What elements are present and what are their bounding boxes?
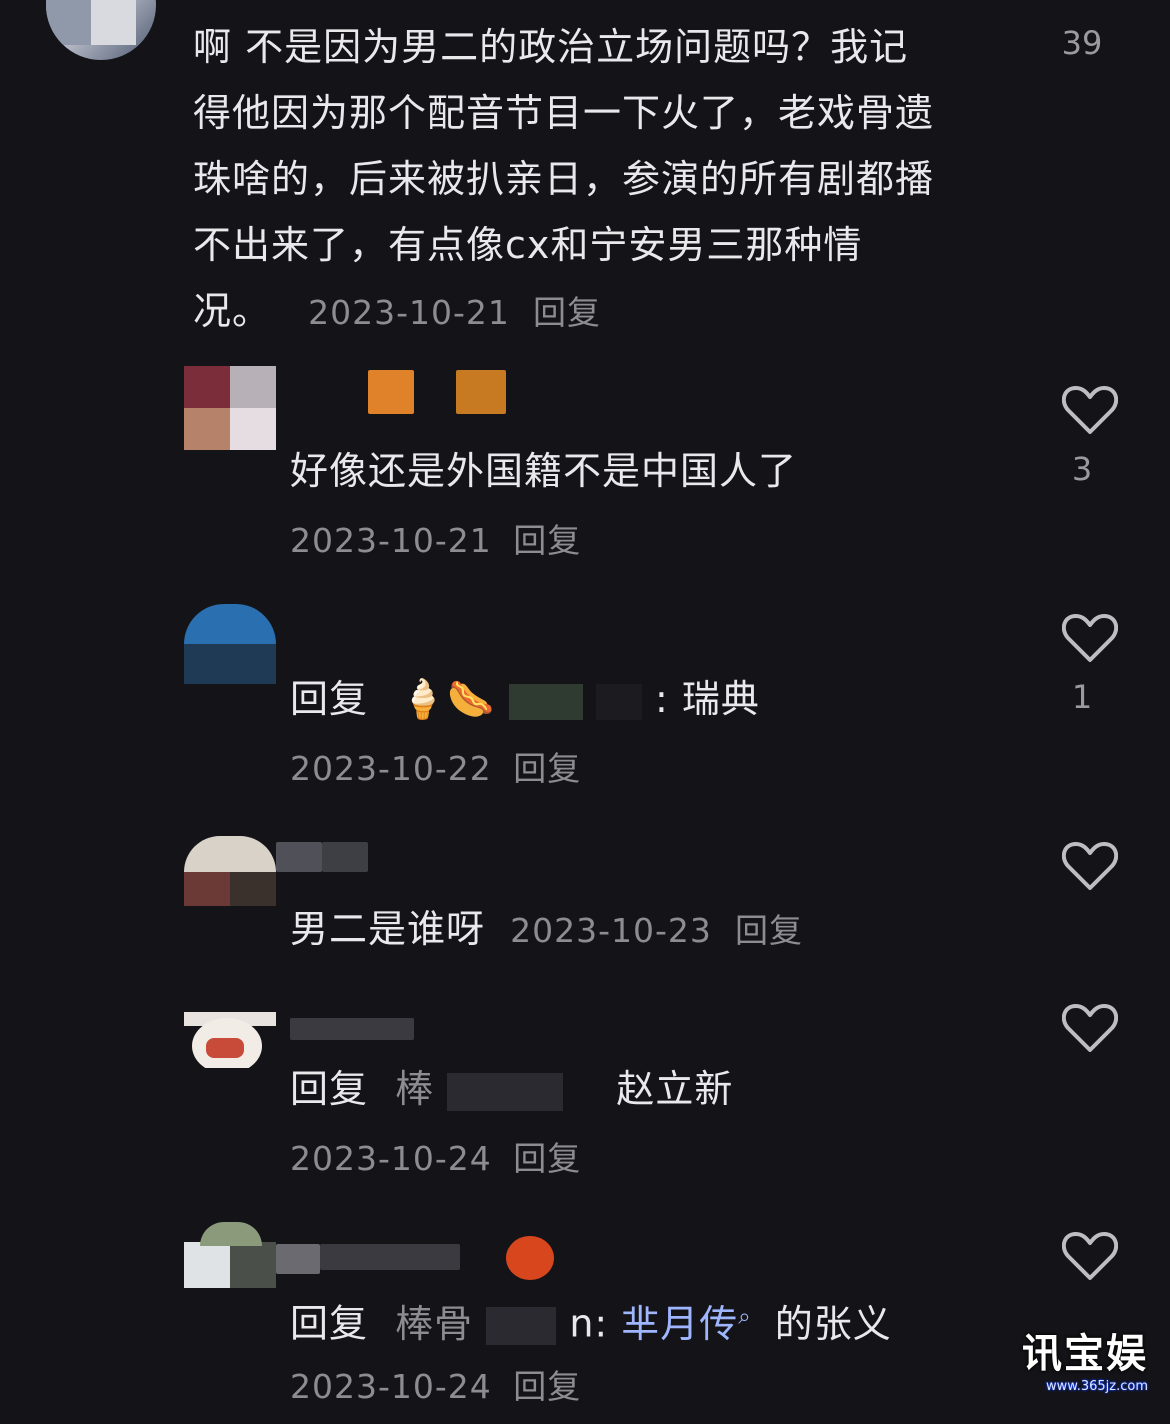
reply-prefix: 回复	[290, 1067, 369, 1111]
reply-meta: 2023-10-24 回复	[290, 1126, 581, 1192]
reply-target-end: 赵立新	[616, 1067, 734, 1111]
reply-text: 回复 棒骨 n: 芈月传⌕ 的张义	[290, 1284, 892, 1357]
reply-target-mid: n:	[569, 1301, 622, 1346]
emoji-icon	[506, 1236, 554, 1280]
comment-thread: 啊 不是因为男二的政治立场问题吗？我记 得他因为那个配音节目一下火了，老戏骨遗 …	[0, 0, 1170, 1424]
username-blur[interactable]	[320, 1244, 460, 1270]
reply-target-start[interactable]: 棒骨	[395, 1302, 473, 1346]
username-blur[interactable]	[276, 1244, 320, 1274]
search-icon[interactable]: ⌕	[738, 1304, 751, 1329]
comment-line-4: 不出来了，有点像cx和宁安男三那种情	[193, 223, 863, 267]
comment-last-line: 况。	[193, 289, 272, 333]
comment-line-1: 啊 不是因为男二的政治立场问题吗？我记	[193, 25, 909, 69]
username-blur[interactable]	[322, 842, 368, 872]
reply-button[interactable]: 回复	[533, 293, 601, 332]
reply-meta: 2023-10-22 回复	[290, 736, 581, 802]
username-blur[interactable]	[447, 1072, 564, 1111]
avatar[interactable]	[46, 0, 156, 60]
reply-text: 回复 棒 赵立新	[290, 1056, 733, 1122]
heart-outline-icon[interactable]	[1061, 840, 1119, 892]
username-blur[interactable]	[456, 370, 506, 414]
reply-text: 男二是谁呀 2023-10-23 回复	[290, 896, 803, 964]
reply-button[interactable]: 回复	[513, 521, 581, 560]
avatar[interactable]	[184, 366, 276, 450]
username-blur[interactable]	[508, 683, 583, 720]
reply-meta: 2023-10-21 回复	[290, 508, 581, 574]
watermark-url: www.365jz.com	[1046, 1379, 1148, 1394]
like-count: 39	[1061, 24, 1103, 62]
reply-target: : 瑞典	[655, 677, 760, 721]
watermark-brand: 讯宝娱	[1022, 1331, 1148, 1377]
reply-date: 2023-10-24	[290, 1367, 492, 1406]
username-blur[interactable]	[276, 842, 322, 872]
avatar[interactable]	[184, 1012, 276, 1068]
reply-date: 2023-10-23	[510, 911, 712, 950]
comment-line-2: 得他因为那个配音节目一下火了，老戏骨遗	[193, 91, 935, 135]
username-blur[interactable]	[595, 683, 642, 720]
reply-button[interactable]: 回复	[513, 749, 581, 788]
reply-date: 2023-10-21	[290, 521, 492, 560]
reply-meta: 2023-10-24 回复	[290, 1354, 581, 1420]
username-blur[interactable]	[290, 1018, 414, 1040]
reply-button[interactable]: 回复	[513, 1367, 581, 1406]
avatar[interactable]	[184, 836, 276, 906]
reply-date: 2023-10-24	[290, 1139, 492, 1178]
comment-line-5: 况。 2023-10-21 回复	[193, 278, 601, 346]
heart-outline-icon[interactable]	[1061, 384, 1119, 436]
reply-target-start[interactable]: 棒	[395, 1067, 434, 1111]
comment-line-3: 珠啥的，后来被扒亲日，参演的所有剧都播	[193, 157, 935, 201]
comment-date: 2023-10-21	[308, 293, 510, 332]
reply-button[interactable]: 回复	[513, 1139, 581, 1178]
avatar[interactable]	[184, 1222, 276, 1288]
avatar[interactable]	[184, 604, 276, 684]
reply-button[interactable]: 回复	[735, 911, 803, 950]
like-count: 3	[1071, 450, 1093, 488]
reply-prefix: 回复	[290, 677, 369, 721]
username-blur[interactable]	[368, 370, 414, 414]
search-link[interactable]: 芈月传⌕	[621, 1302, 751, 1346]
reply-target-end[interactable]: 芈月传	[621, 1302, 738, 1346]
heart-outline-icon[interactable]	[1061, 612, 1119, 664]
reply-text: 好像还是外国籍不是中国人了	[290, 449, 798, 493]
reply-date: 2023-10-22	[290, 749, 492, 788]
reply-content: 男二是谁呀	[290, 907, 486, 951]
watermark: 讯宝娱 www.365jz.com	[1022, 1321, 1148, 1394]
reply-prefix: 回复	[290, 1301, 369, 1346]
heart-outline-icon[interactable]	[1061, 1002, 1119, 1054]
heart-outline-icon[interactable]	[1061, 1230, 1119, 1282]
username-blur[interactable]	[486, 1307, 557, 1346]
like-count: 1	[1071, 678, 1093, 716]
emoji-icon: 🍦🌭	[399, 677, 496, 721]
reply-text: 回复 🍦🌭 : 瑞典	[290, 666, 760, 732]
reply-suffix: 的张义	[774, 1301, 892, 1346]
